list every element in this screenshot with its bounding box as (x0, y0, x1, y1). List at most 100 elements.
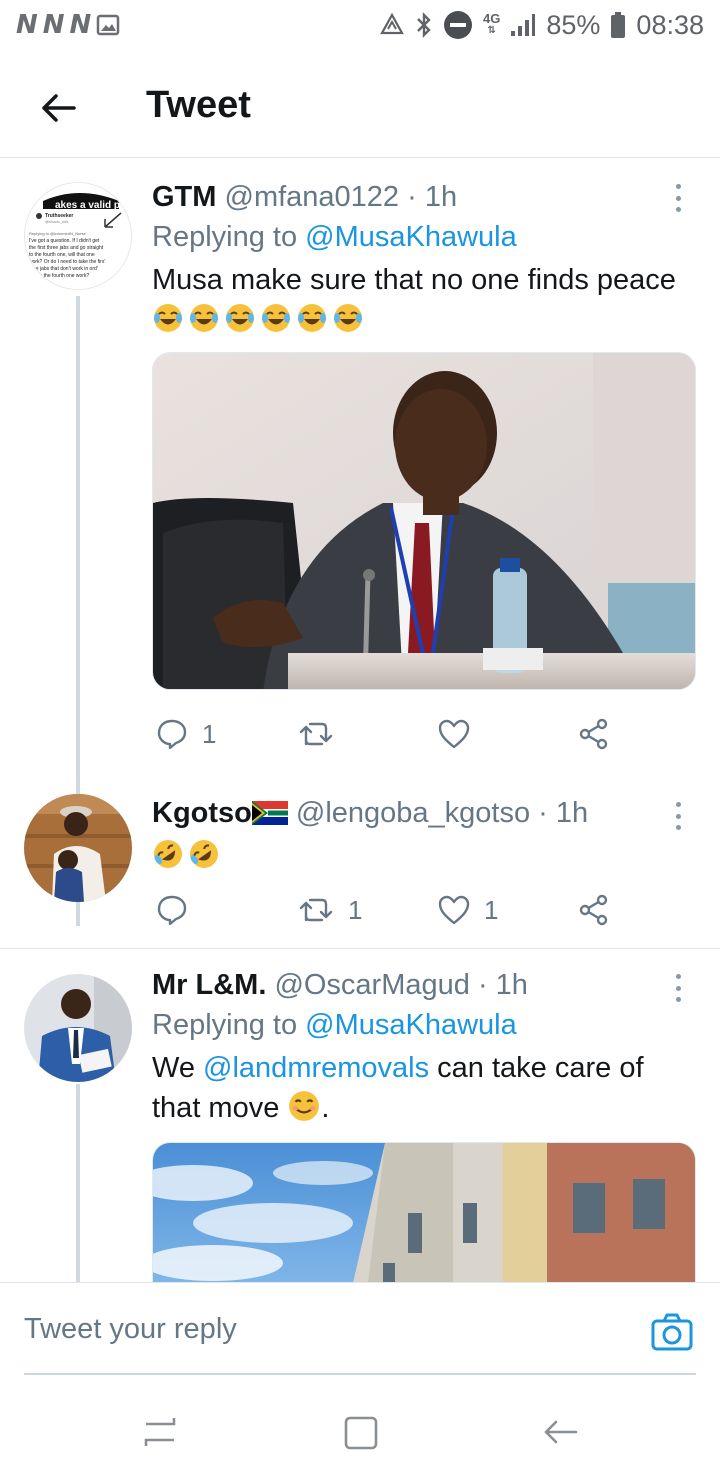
tweet-content: Kgotso @lengoba_kgotso · 1h (152, 794, 697, 870)
status-bar: N N N 4G ⇅ 85% 08:38 (0, 0, 720, 50)
data-saver-icon (380, 12, 404, 35)
like-count: 1 (484, 894, 499, 925)
tweet-media-photo[interactable] (152, 1142, 696, 1282)
svg-text:akes a valid p: akes a valid p (55, 200, 120, 211)
tweet-actions: 1 (152, 712, 622, 756)
like-button[interactable] (438, 719, 484, 749)
avatar-photo (24, 974, 132, 1082)
display-name[interactable]: Kgotso (152, 797, 252, 829)
avatar[interactable]: akes a valid p Truthseeker @chadc_mfe Re… (24, 182, 132, 290)
tweet-meta: GTM @mfana0122 · 1h (152, 178, 697, 216)
handle[interactable]: @mfana0122 (225, 181, 400, 213)
reply-icon (157, 895, 187, 926)
tweet-meta: Kgotso @lengoba_kgotso · 1h (152, 794, 697, 832)
tweet[interactable]: Mr L&M. @OscarMagud · 1h Replying to @Mu… (0, 964, 720, 1282)
retweet-button[interactable] (298, 718, 348, 750)
nav-back-icon (544, 1420, 578, 1444)
notification-n-icon: N (16, 10, 38, 40)
smiling-face-emoji-icon (289, 1091, 320, 1121)
tweet-content: Mr L&M. @OscarMagud · 1h Replying to @Mu… (152, 966, 697, 1128)
tears-of-joy-emoji-icon (226, 304, 254, 332)
handle[interactable]: @OscarMagud (274, 969, 469, 1001)
avatar[interactable] (24, 794, 132, 902)
retweet-icon (299, 898, 333, 922)
reply-input[interactable]: Tweet your reply (24, 1313, 237, 1346)
tweet-text: Musa make sure that no one finds peace (152, 264, 676, 296)
retweet-button[interactable]: 1 (298, 894, 362, 926)
retweet-count: 1 (348, 894, 363, 925)
battery-icon (611, 12, 626, 38)
tears-of-joy-emoji-icon (334, 304, 362, 332)
south-africa-flag-icon (251, 801, 288, 825)
avatar[interactable] (24, 974, 132, 1082)
mention-link[interactable]: @landmremovals (203, 1052, 429, 1084)
tears-of-joy-emoji-icon (262, 304, 290, 332)
display-name[interactable]: Mr L&M. (152, 969, 266, 1001)
signal-icon (511, 14, 536, 36)
emoji-row (152, 302, 697, 334)
share-button[interactable] (578, 718, 610, 750)
like-button[interactable]: 1 (438, 895, 498, 926)
notification-icons: N N N (16, 10, 120, 40)
tweet-content: GTM @mfana0122 · 1h Replying to @MusaKha… (152, 178, 697, 334)
svg-text:to the fourth one, will that o: to the fourth one, will that one (29, 252, 95, 258)
svg-text:he jabs that don't work in ord: he jabs that don't work in ord' (33, 266, 98, 272)
handle[interactable]: @lengoba_kgotso (296, 797, 530, 829)
timestamp: · 1h (538, 797, 589, 829)
svg-text:I've got a question. If I didn: I've got a question. If I didn't get (29, 238, 100, 244)
rolling-laughing-emoji-icon (154, 840, 182, 868)
home-icon (344, 1416, 378, 1450)
recents-icon (144, 1418, 176, 1446)
avatar-photo (24, 794, 132, 902)
camera-button[interactable] (650, 1311, 694, 1355)
nav-back-button[interactable] (538, 1410, 582, 1454)
battery-percent: 85% (546, 9, 601, 40)
reply-bar: Tweet your reply (0, 1282, 720, 1378)
photo-man-at-microphone (153, 353, 695, 689)
app-header: Tweet (0, 58, 720, 158)
camera-icon (651, 1313, 693, 1351)
home-button[interactable] (338, 1410, 382, 1454)
display-name[interactable]: GTM (152, 181, 216, 213)
tweet-text: We @landmremovals can take care of that … (152, 1052, 644, 1124)
photo-building-blue-sky (153, 1143, 695, 1282)
tweet-meta: Mr L&M. @OscarMagud · 1h (152, 966, 697, 1004)
tweet[interactable]: Kgotso @lengoba_kgotso · 1h 1 1 (0, 790, 720, 948)
mention-link[interactable]: @MusaKhawula (305, 1009, 517, 1041)
page-title: Tweet (146, 84, 251, 126)
share-icon (579, 718, 608, 750)
reply-button[interactable] (156, 894, 202, 926)
mention-link[interactable]: @MusaKhawula (305, 221, 517, 253)
notification-n-icon: N (69, 10, 92, 40)
divider (0, 948, 720, 949)
system-icons: 4G ⇅ 85% 08:38 (379, 10, 704, 41)
emoji-row (152, 838, 697, 870)
replying-to: Replying to @MusaKhawula (152, 221, 517, 253)
back-arrow-icon (42, 94, 76, 122)
system-nav-bar (0, 1380, 720, 1480)
network-type: 4G ⇅ (483, 11, 501, 36)
timestamp: · 1h (477, 969, 528, 1001)
notification-n-icon: N (42, 10, 65, 40)
recents-button[interactable] (138, 1410, 182, 1454)
tears-of-joy-emoji-icon (154, 304, 182, 332)
timestamp: · 1h (407, 181, 458, 213)
tweet-actions: 1 1 (152, 888, 622, 932)
rolling-laughing-emoji-icon (190, 840, 218, 868)
back-button[interactable] (34, 84, 82, 132)
reply-button[interactable]: 1 (156, 718, 216, 750)
bluetooth-icon (417, 12, 431, 38)
tears-of-joy-emoji-icon (298, 304, 326, 332)
tears-of-joy-emoji-icon (190, 304, 218, 332)
like-icon (438, 895, 470, 925)
clock: 08:38 (636, 9, 704, 40)
tweet-media-photo[interactable] (152, 352, 696, 690)
svg-text:the first three jabs and go st: the first three jabs and go straight (29, 245, 104, 251)
reply-count: 1 (202, 718, 217, 749)
reply-icon (157, 719, 187, 750)
share-icon (579, 894, 608, 926)
thread-line (76, 1084, 80, 1282)
gallery-icon (97, 14, 120, 36)
share-button[interactable] (578, 894, 610, 926)
replying-to: Replying to @MusaKhawula (152, 1009, 517, 1041)
